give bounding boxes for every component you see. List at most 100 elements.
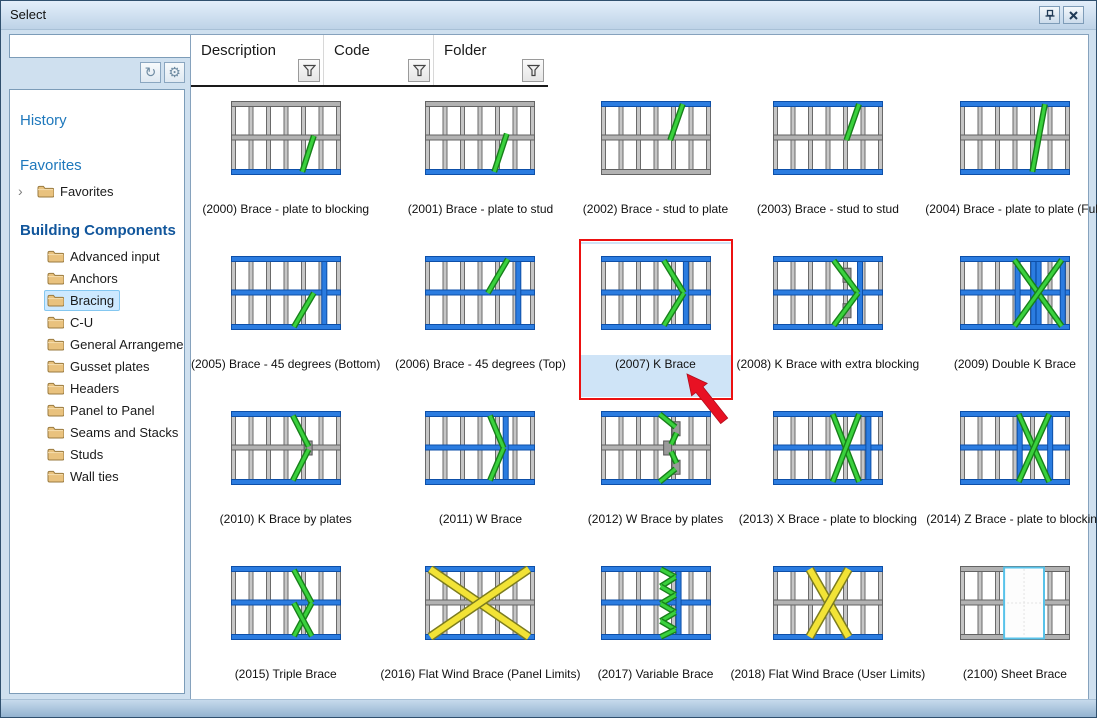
component-label: (2007) K Brace [615, 357, 696, 371]
component-thumbnail [231, 256, 341, 330]
component-item-2003[interactable]: (2003) Brace - stud to stud [731, 87, 926, 242]
funnel-icon [527, 64, 540, 77]
component-thumbwrap [211, 554, 361, 665]
sidebar-item-headers[interactable]: Headers [10, 377, 184, 399]
sidebar-item-studs[interactable]: Studs [10, 443, 184, 465]
component-thumbnail [601, 566, 711, 640]
sidebar-item-general-arrangement[interactable]: General Arrangement [10, 333, 184, 355]
sidebar-item-advanced-input[interactable]: Advanced input [10, 245, 184, 267]
component-item-2010[interactable]: (2010) K Brace by plates [191, 397, 380, 552]
filter-button-folder[interactable] [522, 59, 544, 82]
component-thumbnail [425, 411, 535, 485]
sidebar-item-label: Anchors [70, 271, 118, 286]
component-item-2011[interactable]: (2011) W Brace [380, 397, 580, 552]
component-label: (2014) Z Brace - plate to blocking [926, 512, 1097, 526]
component-thumbwrap [405, 554, 555, 665]
component-thumbwrap [581, 554, 731, 665]
filter-button-description[interactable] [298, 59, 320, 82]
settings-button[interactable]: ⚙ [164, 62, 185, 83]
sidebar-item-label: Favorites [60, 184, 113, 199]
component-item-2014[interactable]: (2014) Z Brace - plate to blocking [925, 397, 1097, 552]
search-input[interactable] [9, 34, 195, 58]
component-label: (2000) Brace - plate to blocking [202, 202, 369, 216]
component-item-2018[interactable]: (2018) Flat Wind Brace (User Limits) [731, 552, 926, 707]
component-label: (2017) Variable Brace [598, 667, 714, 681]
sidebar-item-box: Panel to Panel [44, 400, 161, 421]
component-thumbwrap [753, 244, 903, 355]
component-thumbwrap [405, 399, 555, 510]
search-row [9, 34, 185, 58]
component-item-2007[interactable]: (2007) K Brace [581, 242, 731, 397]
sidebar-toolbar: ↻ ⚙ [9, 62, 185, 83]
sidebar-item-box: Gusset plates [44, 356, 156, 377]
pin-button[interactable] [1039, 6, 1060, 24]
component-thumbwrap [940, 89, 1090, 200]
folder-icon [47, 382, 64, 395]
section-building-components[interactable]: Building Components [10, 216, 184, 245]
component-label: (2010) K Brace by plates [220, 512, 352, 526]
sidebar-item-panel-to-panel[interactable]: Panel to Panel [10, 399, 184, 421]
sidebar-item-favorites[interactable]: › Favorites [10, 180, 184, 202]
sidebar-item-c-u[interactable]: C-U [10, 311, 184, 333]
component-thumbnail [773, 101, 883, 175]
component-item-2017[interactable]: (2017) Variable Brace [581, 552, 731, 707]
filter-input-code[interactable] [326, 60, 405, 82]
component-item-2000[interactable]: (2000) Brace - plate to blocking [191, 87, 380, 242]
component-item-2006[interactable]: (2006) Brace - 45 degrees (Top) [380, 242, 580, 397]
component-thumbnail [425, 566, 535, 640]
component-item-2015[interactable]: (2015) Triple Brace [191, 552, 380, 707]
folder-icon [47, 360, 64, 373]
close-button[interactable] [1063, 6, 1084, 24]
component-item-2016[interactable]: (2016) Flat Wind Brace (Panel Limits) [380, 552, 580, 707]
component-item-2100[interactable]: (2100) Sheet Brace [925, 552, 1097, 707]
component-item-2002[interactable]: (2002) Brace - stud to plate [581, 87, 731, 242]
sidebar-item-bracing[interactable]: Bracing [10, 289, 184, 311]
chevron-right-icon[interactable]: › [18, 184, 34, 198]
filter-input-folder[interactable] [436, 60, 519, 82]
sidebar-item-label: C-U [70, 315, 93, 330]
component-thumbwrap [581, 244, 731, 355]
component-item-2013[interactable]: (2013) X Brace - plate to blocking [731, 397, 926, 552]
component-item-2001[interactable]: (2001) Brace - plate to stud [380, 87, 580, 242]
component-label: (2001) Brace - plate to stud [408, 202, 553, 216]
component-label: (2006) Brace - 45 degrees (Top) [395, 357, 566, 371]
sidebar-item-label: Panel to Panel [70, 403, 155, 418]
sidebar-item-wall-ties[interactable]: Wall ties [10, 465, 184, 487]
component-item-2008[interactable]: (2008) K Brace with extra blocking [731, 242, 926, 397]
component-label: (2015) Triple Brace [235, 667, 337, 681]
component-label: (2005) Brace - 45 degrees (Bottom) [191, 357, 380, 371]
column-code-label[interactable]: Code [324, 35, 433, 59]
component-thumbwrap [211, 244, 361, 355]
column-code: Code [324, 35, 434, 85]
component-item-2009[interactable]: (2009) Double K Brace [925, 242, 1097, 397]
section-favorites[interactable]: Favorites [10, 151, 184, 180]
bottom-bar [1, 699, 1096, 717]
component-thumbnail [960, 256, 1070, 330]
component-item-2004[interactable]: (2004) Brace - plate to plate (Full) [925, 87, 1097, 242]
sidebar-item-box: Favorites [34, 181, 119, 202]
component-item-2005[interactable]: (2005) Brace - 45 degrees (Bottom) [191, 242, 380, 397]
folder-icon [47, 448, 64, 461]
component-thumbnail [601, 256, 711, 330]
component-label: (2011) W Brace [439, 512, 522, 526]
filter-button-code[interactable] [408, 59, 430, 82]
component-thumbnail [773, 411, 883, 485]
section-history[interactable]: History [10, 106, 184, 135]
sidebar-item-box: Anchors [44, 268, 124, 289]
component-thumbwrap [405, 89, 555, 200]
component-label: (2009) Double K Brace [954, 357, 1076, 371]
sidebar-item-seams-and-stacks[interactable]: Seams and Stacks [10, 421, 184, 443]
component-label: (2013) X Brace - plate to blocking [739, 512, 917, 526]
component-thumbwrap [753, 399, 903, 510]
folder-icon [47, 250, 64, 263]
component-thumbwrap [940, 554, 1090, 665]
column-folder-label[interactable]: Folder [434, 35, 547, 59]
component-thumbnail [960, 101, 1070, 175]
column-description-label[interactable]: Description [191, 35, 323, 59]
sidebar-item-anchors[interactable]: Anchors [10, 267, 184, 289]
component-label: (2012) W Brace by plates [588, 512, 723, 526]
window-title: Select [10, 7, 46, 22]
refresh-button[interactable]: ↻ [140, 62, 161, 83]
filter-input-description[interactable] [193, 60, 295, 82]
sidebar-item-gusset-plates[interactable]: Gusset plates [10, 355, 184, 377]
